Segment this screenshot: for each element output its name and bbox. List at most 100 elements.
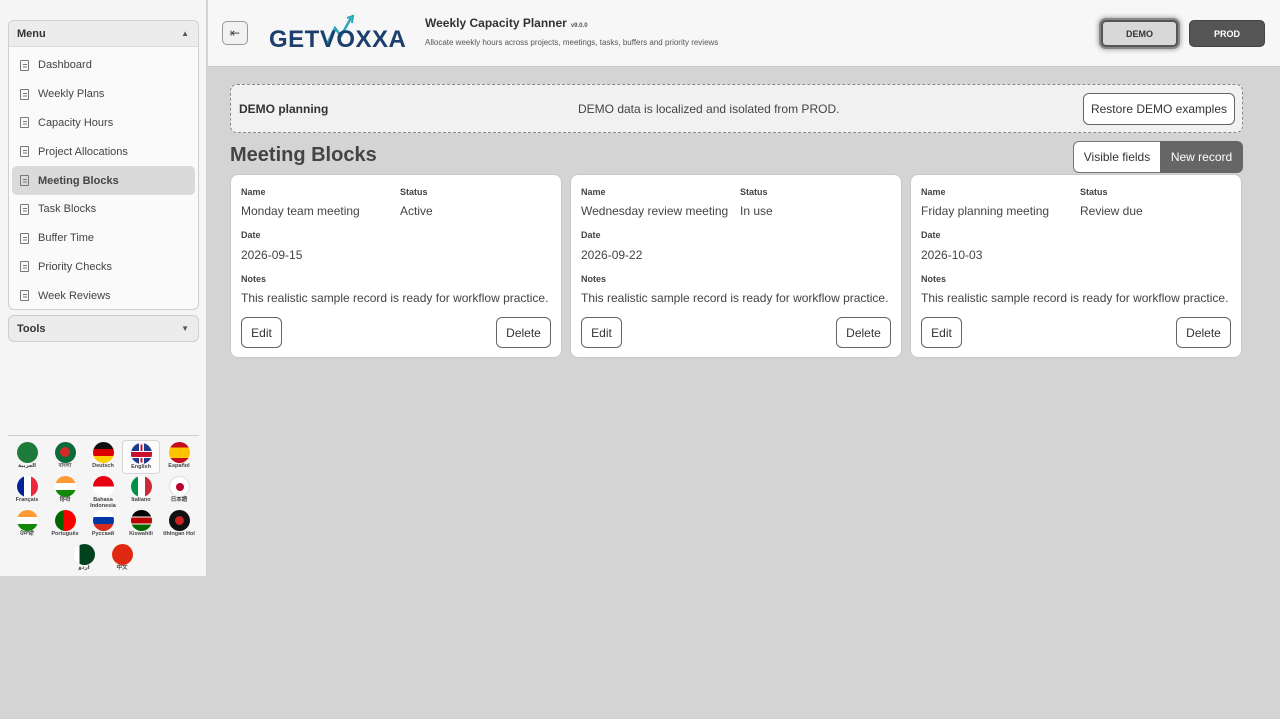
flag-spain-icon xyxy=(168,442,190,463)
language-name: tlhIngan Hol xyxy=(163,531,195,537)
language-option-urdu[interactable]: اردو xyxy=(65,542,103,576)
language-option-punjabi[interactable]: ਪੰਜਾਬੀ xyxy=(8,508,46,542)
banner-message: DEMO data is localized and isolated from… xyxy=(578,102,840,116)
sidebar-item-task-blocks[interactable]: Task Blocks xyxy=(12,195,195,224)
demo-environment-button[interactable]: DEMO xyxy=(1101,20,1178,47)
document-icon xyxy=(20,261,29,273)
menu-header[interactable]: Menu ▲ xyxy=(9,21,198,47)
language-name: اردو xyxy=(78,565,90,571)
document-icon xyxy=(20,290,29,302)
new-record-button[interactable]: New record xyxy=(1160,141,1243,173)
record-notes: This realistic sample record is ready fo… xyxy=(581,291,889,305)
record-status: In use xyxy=(740,204,773,218)
banner-title: DEMO planning xyxy=(239,102,329,116)
sidebar-item-project-allocations[interactable]: Project Allocations xyxy=(12,137,195,166)
language-name: हिन्दी xyxy=(59,497,71,503)
language-option-portuguese[interactable]: Português xyxy=(46,508,84,542)
language-name: Deutsch xyxy=(92,463,114,469)
language-option-russian[interactable]: Русский xyxy=(84,508,122,542)
flag-india-icon xyxy=(54,476,76,497)
sidebar-item-label: Week Reviews xyxy=(38,289,111,302)
record-notes: This realistic sample record is ready fo… xyxy=(921,291,1229,305)
flag-russia-icon xyxy=(92,510,114,531)
delete-button[interactable]: Delete xyxy=(1176,317,1231,348)
sidebar-item-dashboard[interactable]: Dashboard xyxy=(12,51,195,80)
language-option-japanese[interactable]: 日本語 xyxy=(160,474,198,508)
record-card: Name Status Wednesday review meeting In … xyxy=(570,174,902,358)
sidebar-item-weekly-plans[interactable]: Weekly Plans xyxy=(12,80,195,109)
language-option-klingon[interactable]: tlhIngan Hol xyxy=(160,508,198,542)
language-name: 中文 xyxy=(116,565,128,571)
language-name: Português xyxy=(51,531,79,537)
language-option-french[interactable]: Français xyxy=(8,474,46,508)
restore-demo-button[interactable]: Restore DEMO examples xyxy=(1083,93,1235,125)
date-label: Date xyxy=(921,230,941,240)
visible-fields-button[interactable]: Visible fields xyxy=(1073,141,1161,173)
name-label: Name xyxy=(581,187,606,197)
record-name: Wednesday review meeting xyxy=(581,204,729,218)
flag-klingon-icon xyxy=(168,510,190,531)
flag-indonesia-icon xyxy=(92,476,114,497)
chevron-down-icon: ▼ xyxy=(181,324,189,333)
language-option-hindi[interactable]: हिन्दी xyxy=(46,474,84,508)
flag-saudi-arabia-icon xyxy=(16,442,38,463)
status-label: Status xyxy=(740,187,768,197)
app-header: ⇤ GETVOXXA Weekly Capacity Planner v9.0.0… xyxy=(208,0,1280,67)
language-option-spanish[interactable]: Español xyxy=(160,440,198,474)
tools-panel-header[interactable]: Tools ▼ xyxy=(8,315,199,342)
sidebar-item-label: Task Blocks xyxy=(38,203,97,216)
sidebar-item-label: Capacity Hours xyxy=(38,116,114,129)
flag-japan-icon xyxy=(168,476,190,497)
record-status: Review due xyxy=(1080,204,1143,218)
language-name: العربية xyxy=(17,463,37,469)
language-option-chinese[interactable]: 中文 xyxy=(103,542,141,576)
date-label: Date xyxy=(581,230,601,240)
chevron-up-icon: ▲ xyxy=(181,29,189,38)
record-name: Monday team meeting xyxy=(241,204,360,218)
flag-italy-icon xyxy=(130,476,152,497)
edit-button[interactable]: Edit xyxy=(921,317,962,348)
flag-bangladesh-icon xyxy=(54,442,76,463)
flag-germany-icon xyxy=(92,442,114,463)
record-date: 2026-10-03 xyxy=(921,248,983,262)
record-date: 2026-09-22 xyxy=(581,248,643,262)
sidebar-item-label: Priority Checks xyxy=(38,260,112,273)
sidebar-item-label: Meeting Blocks xyxy=(38,174,119,187)
language-option-bangla[interactable]: বাংলা xyxy=(46,440,84,474)
sidebar-item-capacity-hours[interactable]: Capacity Hours xyxy=(12,109,195,138)
record-date: 2026-09-15 xyxy=(241,248,303,262)
sidebar-item-week-reviews[interactable]: Week Reviews xyxy=(12,281,195,310)
delete-button[interactable]: Delete xyxy=(836,317,891,348)
document-icon xyxy=(20,203,29,215)
edit-button[interactable]: Edit xyxy=(581,317,622,348)
language-name: ਪੰਜਾਬੀ xyxy=(20,531,34,537)
edit-button[interactable]: Edit xyxy=(241,317,282,348)
flag-china-icon xyxy=(111,544,133,565)
menu-panel: Menu ▲ Dashboard Weekly Plans Capacity H… xyxy=(8,20,199,310)
sidebar-toggle-button[interactable]: ⇤ xyxy=(222,21,248,45)
sidebar-item-label: Weekly Plans xyxy=(38,88,105,101)
language-name: English xyxy=(131,464,151,470)
language-name: Italiano xyxy=(131,497,151,503)
language-option-german[interactable]: Deutsch xyxy=(84,440,122,474)
menu-list: Dashboard Weekly Plans Capacity Hours Pr… xyxy=(9,47,198,310)
tools-title: Tools xyxy=(17,322,46,335)
logo-text: GETVOXXA xyxy=(269,26,407,53)
name-label: Name xyxy=(241,187,266,197)
sidebar-item-label: Dashboard xyxy=(38,59,92,72)
record-status: Active xyxy=(400,204,433,218)
language-name: Kiswahili xyxy=(129,531,153,537)
flag-kenya-icon xyxy=(130,510,152,531)
demo-banner: DEMO planning DEMO data is localized and… xyxy=(230,84,1243,133)
language-option-english[interactable]: English xyxy=(122,440,160,474)
language-option-italian[interactable]: Italiano xyxy=(122,474,160,508)
delete-button[interactable]: Delete xyxy=(496,317,551,348)
sidebar-item-priority-checks[interactable]: Priority Checks xyxy=(12,253,195,282)
prod-environment-button[interactable]: PROD xyxy=(1189,20,1265,47)
language-option-arabic[interactable]: العربية xyxy=(8,440,46,474)
sidebar-item-buffer-time[interactable]: Buffer Time xyxy=(12,224,195,253)
sidebar-item-meeting-blocks[interactable]: Meeting Blocks xyxy=(12,166,195,195)
language-option-swahili[interactable]: Kiswahili xyxy=(122,508,160,542)
language-option-indonesian[interactable]: Bahasa Indonesia xyxy=(84,474,122,509)
name-label: Name xyxy=(921,187,946,197)
